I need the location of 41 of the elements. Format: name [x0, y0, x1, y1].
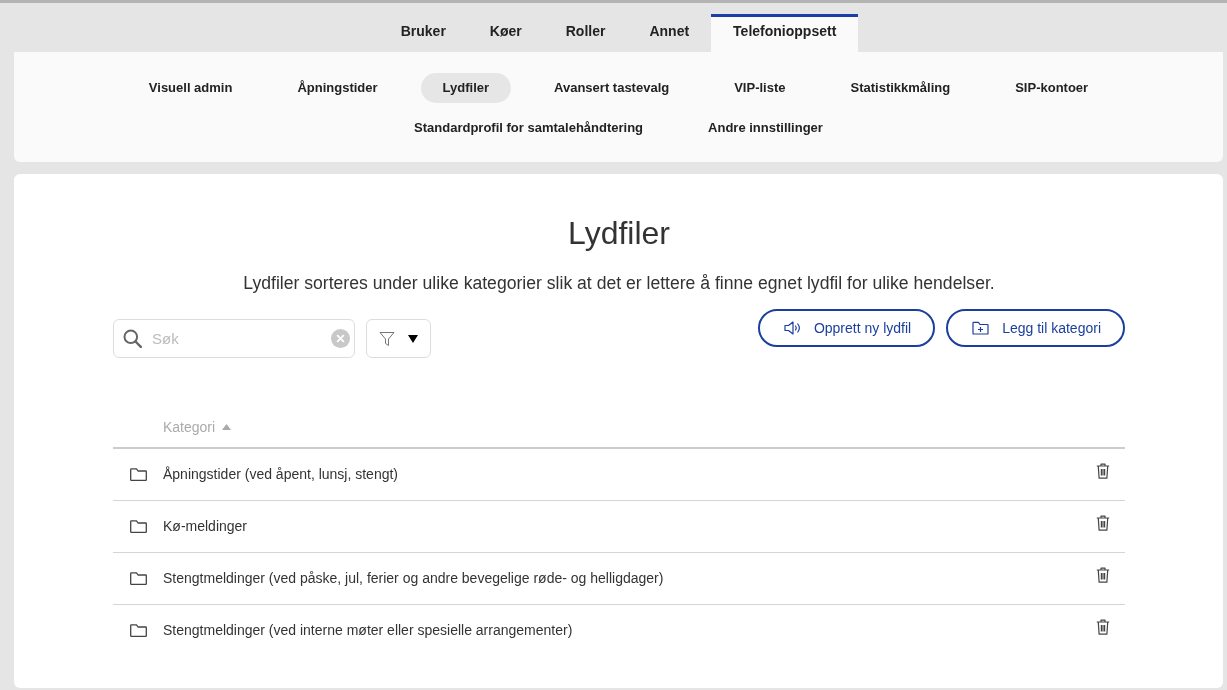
trash-icon [1096, 619, 1110, 636]
subnav-link[interactable]: Lydfiler [420, 73, 512, 103]
folder-icon [130, 467, 147, 481]
search-icon [123, 329, 142, 348]
subnav-link[interactable]: VIP-liste [712, 73, 808, 103]
folder-icon [130, 519, 147, 533]
delete-button[interactable] [1096, 515, 1110, 531]
subnav-link[interactable]: Visuell admin [126, 73, 255, 103]
trash-icon [1096, 567, 1110, 583]
create-sound-button[interactable]: Opprett ny lydfil [757, 309, 936, 347]
subnav-link[interactable]: Andre innstillinger [686, 113, 845, 143]
category-name[interactable]: Stengtmeldinger (ved interne møter eller spesielle arrangementer) [163, 622, 573, 639]
page-title: Lydfiler [567, 214, 671, 252]
subnav-link[interactable]: SIP-kontoer [993, 73, 1111, 103]
filter-button[interactable] [366, 319, 431, 358]
subnav-link[interactable]: Standardprofil for samtalehåndtering [392, 113, 666, 143]
tab[interactable]: Telefonioppsett [711, 14, 859, 52]
folder-icon [130, 571, 147, 585]
funnel-icon [379, 330, 395, 347]
page-description: Lydfiler sorteres under ulike kategorier slik at det er lettere å finne egnet lydfil for ulike hendelser. [242, 272, 996, 295]
folder-icon [130, 623, 147, 637]
subnav-link[interactable]: Statistikkmåling [828, 73, 973, 103]
tab[interactable]: Roller [543, 14, 628, 52]
folder-plus-icon [972, 321, 990, 335]
delete-button[interactable] [1096, 463, 1110, 480]
caret-icon [408, 334, 418, 343]
trash-icon [1096, 515, 1110, 531]
category-name[interactable]: Åpningstider (ved åpent, lunsj, stengt) [163, 466, 399, 483]
add-category-button[interactable]: Legg til kategori [946, 309, 1125, 347]
tab[interactable]: Køer [467, 14, 544, 52]
tab[interactable]: Annet [627, 14, 712, 52]
category-name[interactable]: Kø-meldinger [163, 518, 248, 534]
trash-icon [1096, 463, 1110, 480]
tab[interactable]: Bruker [378, 14, 468, 52]
search-field[interactable]: Søk [113, 319, 355, 358]
speaker-icon [783, 321, 801, 335]
subnav-link[interactable]: Avansert tastevalg [532, 73, 692, 103]
subnav-link[interactable]: Åpningstider [275, 73, 400, 103]
category-name[interactable]: Stengtmeldinger (ved påske, jul, ferier og andre bevegelige røde- og helligdager) [163, 570, 664, 586]
delete-button[interactable] [1096, 619, 1110, 636]
delete-button[interactable] [1096, 567, 1110, 583]
